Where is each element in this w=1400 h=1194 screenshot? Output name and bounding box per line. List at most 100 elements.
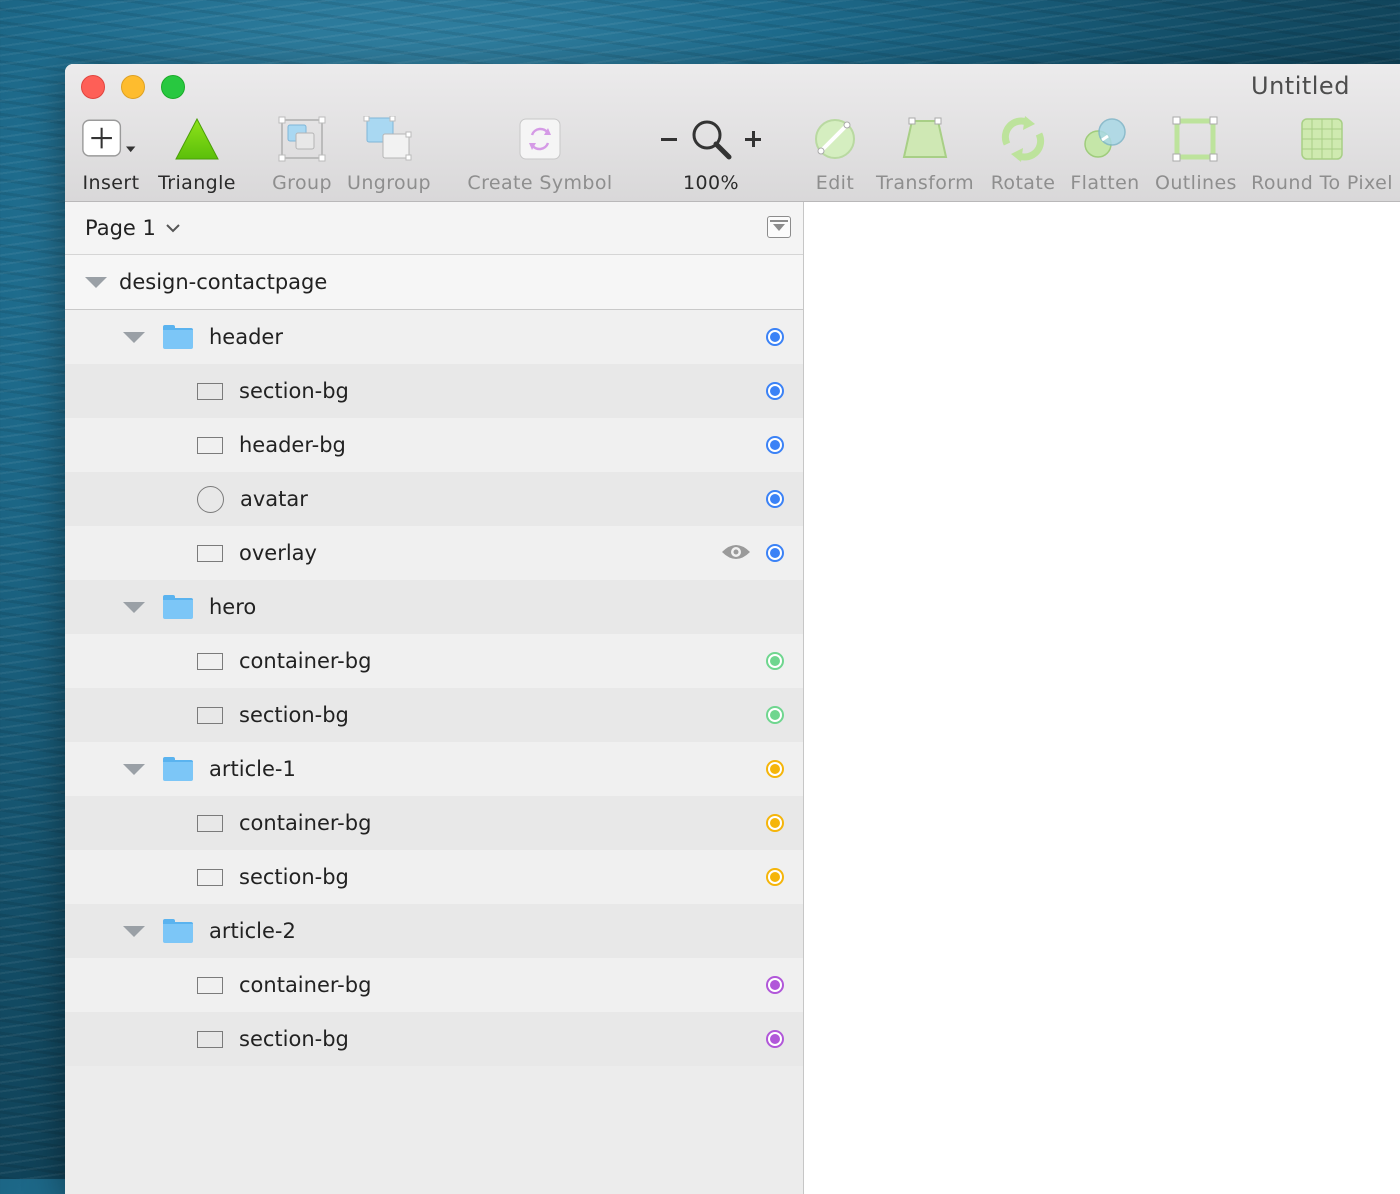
minimize-window-button[interactable]	[121, 75, 145, 99]
layer-row[interactable]: section-bg	[65, 850, 803, 904]
group-layer-row[interactable]: header	[65, 310, 803, 364]
round-to-pixel-button[interactable]: Round To Pixel	[1251, 112, 1393, 194]
rectangle-icon	[197, 544, 223, 562]
layer-name: container-bg	[239, 973, 372, 997]
layer-row[interactable]: section-bg	[65, 688, 803, 742]
export-indicator-icon[interactable]	[766, 490, 784, 508]
rotate-button[interactable]: Rotate	[989, 112, 1057, 194]
export-indicator-icon[interactable]	[766, 976, 784, 994]
edit-label: Edit	[815, 172, 855, 194]
layer-name: container-bg	[239, 811, 372, 835]
transform-icon	[875, 112, 975, 166]
group-label: Group	[272, 172, 332, 194]
rectangle-icon	[197, 814, 223, 832]
layer-name: article-1	[209, 757, 296, 781]
export-indicator-icon[interactable]	[766, 652, 784, 670]
disclosure-triangle-icon[interactable]	[123, 925, 145, 937]
zoom-in-icon[interactable]	[745, 131, 761, 147]
layer-name: overlay	[239, 541, 317, 565]
symbol-icon	[467, 112, 613, 166]
triangle-button[interactable]: Triangle	[157, 112, 237, 194]
group-layer-row[interactable]: hero	[65, 580, 803, 634]
layer-row[interactable]: container-bg	[65, 634, 803, 688]
export-indicator-icon[interactable]	[766, 814, 784, 832]
export-indicator-icon[interactable]	[766, 544, 784, 562]
layer-name: section-bg	[239, 703, 349, 727]
edit-icon	[807, 112, 863, 166]
toolbar: Untitled Insert Triangle Group Ungroup C…	[65, 64, 1400, 202]
eye-icon[interactable]	[721, 541, 751, 563]
round-to-pixel-icon	[1251, 112, 1393, 166]
page-selector[interactable]: Page 1	[85, 216, 180, 240]
export-indicator-icon[interactable]	[766, 1030, 784, 1048]
transform-label: Transform	[875, 172, 975, 194]
layer-row[interactable]: section-bg	[65, 1012, 803, 1066]
folder-icon	[163, 595, 193, 619]
folder-icon	[163, 919, 193, 943]
transform-button[interactable]: Transform	[875, 112, 975, 194]
oval-icon	[197, 485, 224, 513]
round-to-pixel-label: Round To Pixel	[1251, 172, 1393, 194]
layer-name: container-bg	[239, 649, 372, 673]
layer-name: avatar	[240, 487, 308, 511]
insert-label: Insert	[82, 172, 140, 194]
edit-button[interactable]: Edit	[807, 112, 863, 194]
zoom-control: 100%	[653, 112, 769, 194]
export-indicator-icon[interactable]	[766, 868, 784, 886]
flatten-button[interactable]: Flatten	[1069, 112, 1141, 194]
group-layer-row[interactable]: article-2	[65, 904, 803, 958]
folder-icon	[163, 325, 193, 349]
canvas[interactable]	[804, 202, 1400, 1194]
export-indicator-icon[interactable]	[766, 382, 784, 400]
group-icon	[270, 112, 334, 166]
export-indicator-icon[interactable]	[766, 706, 784, 724]
export-indicator-icon[interactable]	[766, 760, 784, 778]
layer-row[interactable]: header-bg	[65, 418, 803, 472]
page-bar: Page 1	[65, 202, 803, 255]
rotate-icon	[989, 112, 1057, 166]
export-indicator-icon[interactable]	[766, 436, 784, 454]
ungroup-button[interactable]: Ungroup	[347, 112, 431, 194]
disclosure-triangle-icon[interactable]	[123, 331, 145, 343]
zoom-level[interactable]: 100%	[653, 172, 769, 194]
close-window-button[interactable]	[81, 75, 105, 99]
layer-row[interactable]: container-bg	[65, 796, 803, 850]
zoom-window-button[interactable]	[161, 75, 185, 99]
group-button[interactable]: Group	[270, 112, 334, 194]
pages-toggle-icon[interactable]	[767, 216, 791, 238]
create-symbol-button[interactable]: Create Symbol	[467, 112, 613, 194]
artboard-name: design-contactpage	[119, 270, 328, 294]
layer-row[interactable]: container-bg	[65, 958, 803, 1012]
layer-list: header section-bg header-bg avatar overlay he…	[65, 310, 803, 1066]
rectangle-icon	[197, 868, 223, 886]
ungroup-icon	[347, 112, 431, 166]
zoom-icon	[692, 120, 732, 160]
disclosure-triangle-icon[interactable]	[85, 276, 107, 288]
zoom-out-icon[interactable]	[661, 137, 677, 141]
group-layer-row[interactable]: article-1	[65, 742, 803, 796]
rectangle-icon	[197, 706, 223, 724]
layers-sidebar: Page 1 design-contactpage header section-…	[65, 202, 804, 1194]
export-indicator-icon[interactable]	[766, 328, 784, 346]
triangle-label: Triangle	[158, 172, 236, 194]
layer-name: header-bg	[239, 433, 346, 457]
chevron-down-icon	[166, 224, 180, 233]
layer-row[interactable]: section-bg	[65, 364, 803, 418]
outlines-button[interactable]: Outlines	[1155, 112, 1236, 194]
layer-name: hero	[209, 595, 257, 619]
layer-name: header	[209, 325, 283, 349]
rectangle-icon	[197, 382, 223, 400]
triangle-icon	[157, 112, 237, 166]
insert-button[interactable]: Insert	[81, 112, 141, 194]
flatten-label: Flatten	[1070, 172, 1140, 194]
page-name: Page 1	[85, 216, 156, 240]
disclosure-triangle-icon[interactable]	[123, 763, 145, 775]
layer-row[interactable]: avatar	[65, 472, 803, 526]
folder-icon	[163, 757, 193, 781]
layer-name: section-bg	[239, 865, 349, 889]
rectangle-icon	[197, 652, 223, 670]
layer-name: section-bg	[239, 379, 349, 403]
artboard-row[interactable]: design-contactpage	[65, 255, 803, 310]
disclosure-triangle-icon[interactable]	[123, 601, 145, 613]
layer-row[interactable]: overlay	[65, 526, 803, 580]
